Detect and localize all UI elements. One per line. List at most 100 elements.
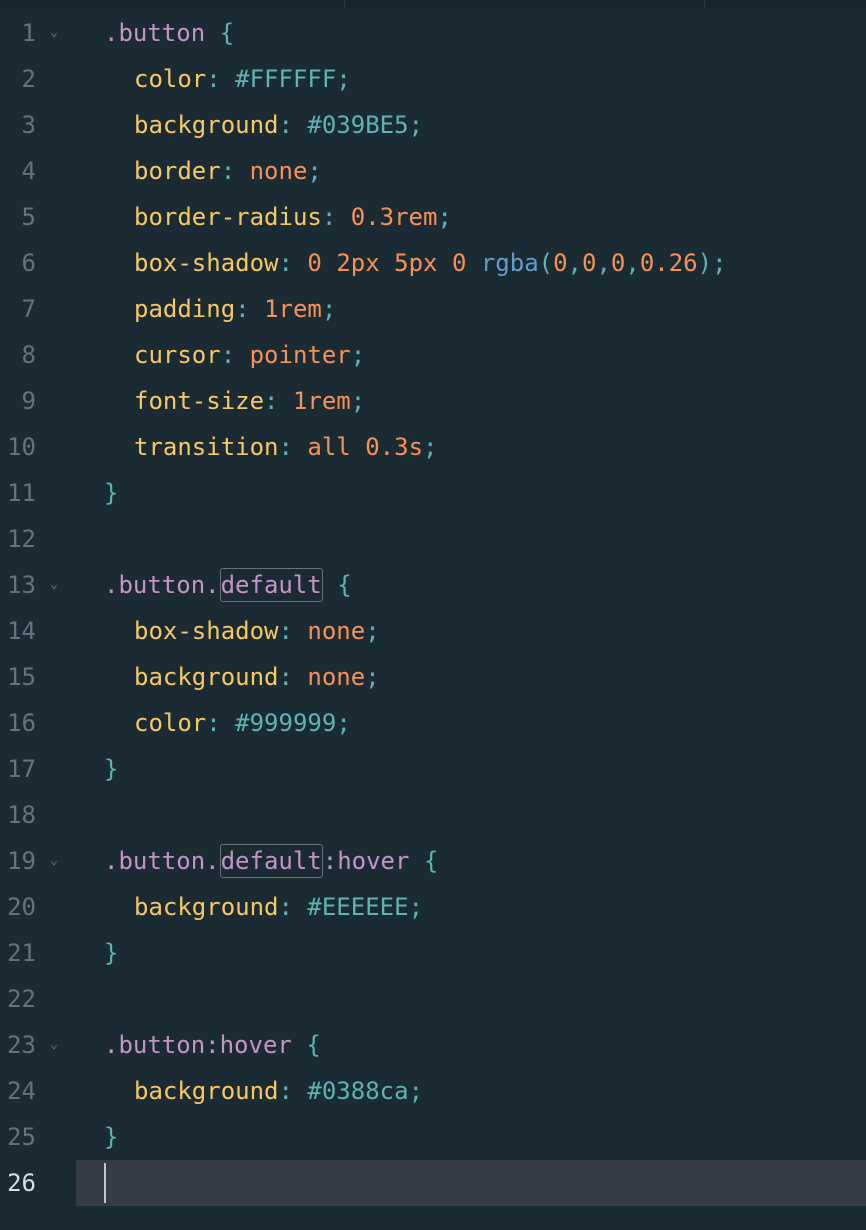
colon: : xyxy=(321,203,337,231)
line-number-row[interactable]: 8 xyxy=(0,332,76,378)
semicolon: ; xyxy=(350,387,366,415)
property: background xyxy=(134,1077,279,1105)
value: 0.3rem xyxy=(350,203,438,231)
line-number-row[interactable]: 10 xyxy=(0,424,76,470)
code-line-5[interactable]: border-radius: 0.3rem; xyxy=(76,194,866,240)
colon: : xyxy=(206,65,221,93)
property: transition xyxy=(134,433,279,461)
chevron-down-icon[interactable]: ⌄ xyxy=(46,562,62,608)
line-number-row[interactable]: 13 ⌄ xyxy=(0,562,76,608)
code-line-9[interactable]: font-size: 1rem; xyxy=(76,378,866,424)
code-line-20[interactable]: background: #EEEEEE; xyxy=(76,884,866,930)
line-number-row[interactable]: 1 ⌄ xyxy=(0,10,76,56)
code-line-25[interactable]: } xyxy=(76,1114,866,1160)
colon: : xyxy=(264,387,279,415)
code-line-19[interactable]: .button.default:hover { xyxy=(76,838,866,884)
line-number-row[interactable]: 17 xyxy=(0,746,76,792)
line-number: 6 xyxy=(21,249,36,277)
line-number: 1 xyxy=(21,19,36,47)
chevron-down-icon[interactable]: ⌄ xyxy=(46,10,62,56)
line-number: 8 xyxy=(21,341,36,369)
line-number-row[interactable]: 24 xyxy=(0,1068,76,1114)
line-number-row[interactable]: 15 xyxy=(0,654,76,700)
tab-divider xyxy=(344,0,345,8)
close-brace: } xyxy=(104,479,119,507)
tab-bar-strip xyxy=(0,0,866,8)
code-line-1[interactable]: .button { xyxy=(76,10,866,56)
line-number: 26 xyxy=(7,1169,36,1197)
line-number-row[interactable]: 7 xyxy=(0,286,76,332)
line-number-row[interactable]: 20 xyxy=(0,884,76,930)
line-number-row[interactable]: 2 xyxy=(0,56,76,102)
line-number: 23 xyxy=(7,1031,36,1059)
code-line-3[interactable]: background: #039BE5; xyxy=(76,102,866,148)
open-brace: { xyxy=(219,19,235,47)
text-caret xyxy=(104,1163,106,1203)
code-line-6[interactable]: box-shadow: 0 2px 5px 0 rgba(0,0,0,0.26)… xyxy=(76,240,866,286)
code-line-13[interactable]: .button.default { xyxy=(76,562,866,608)
code-line-7[interactable]: padding: 1rem; xyxy=(76,286,866,332)
semicolon: ; xyxy=(712,249,727,277)
line-number-row[interactable]: 25 xyxy=(0,1114,76,1160)
value: none xyxy=(307,617,366,645)
code-line-26-current[interactable] xyxy=(76,1160,866,1206)
line-number: 21 xyxy=(7,939,36,967)
code-line-11[interactable]: } xyxy=(76,470,866,516)
line-number-row[interactable]: 6 xyxy=(0,240,76,286)
line-number-row[interactable]: 26 xyxy=(0,1160,76,1206)
line-number: 18 xyxy=(7,801,36,829)
line-number-row[interactable]: 21 xyxy=(0,930,76,976)
property: color xyxy=(134,709,207,737)
selector: .button xyxy=(104,1031,206,1059)
chevron-down-icon[interactable]: ⌄ xyxy=(46,838,62,884)
code-line-14[interactable]: box-shadow: none; xyxy=(76,608,866,654)
code-line-24[interactable]: background: #0388ca; xyxy=(76,1068,866,1114)
semicolon: ; xyxy=(408,111,424,139)
code-line-16[interactable]: color: #999999; xyxy=(76,700,866,746)
line-number-row[interactable]: 12 xyxy=(0,516,76,562)
line-number-row[interactable]: 3 xyxy=(0,102,76,148)
code-line-15[interactable]: background: none; xyxy=(76,654,866,700)
code-area[interactable]: .button { color: #FFFFFF; background: #0… xyxy=(76,10,866,1206)
value: 1rem xyxy=(292,387,351,415)
line-number-row[interactable]: 22 xyxy=(0,976,76,1022)
line-number-row[interactable]: 23 ⌄ xyxy=(0,1022,76,1068)
code-line-23[interactable]: .button:hover { xyxy=(76,1022,866,1068)
value: 1rem xyxy=(264,295,322,323)
selector: .button xyxy=(104,19,206,47)
line-number: 16 xyxy=(7,709,36,737)
line-number-row[interactable]: 14 xyxy=(0,608,76,654)
line-number-row[interactable]: 16 xyxy=(0,700,76,746)
code-line-10[interactable]: transition: all 0.3s; xyxy=(76,424,866,470)
line-number: 5 xyxy=(21,203,36,231)
tab-divider xyxy=(704,0,705,8)
arg: 0.26 xyxy=(639,249,698,277)
line-number-row[interactable]: 19 ⌄ xyxy=(0,838,76,884)
code-line-8[interactable]: cursor: pointer; xyxy=(76,332,866,378)
line-number-row[interactable]: 11 xyxy=(0,470,76,516)
code-line-17[interactable]: } xyxy=(76,746,866,792)
code-editor[interactable]: 1 ⌄ 2 3 4 5 6 7 8 9 10 11 12 13 ⌄ 14 15 16 17 18 19 ⌄ 20 21 22 23… xyxy=(0,0,866,1230)
semicolon: ; xyxy=(307,157,322,185)
property: background xyxy=(134,663,279,691)
value: 0.3s xyxy=(365,433,424,461)
line-number-row[interactable]: 4 xyxy=(0,148,76,194)
code-line-4[interactable]: border: none; xyxy=(76,148,866,194)
line-number-gutter[interactable]: 1 ⌄ 2 3 4 5 6 7 8 9 10 11 12 13 ⌄ 14 15 16 17 18 19 ⌄ 20 21 22 23… xyxy=(0,10,76,1206)
property: background xyxy=(134,111,279,139)
property: border-radius xyxy=(134,203,322,231)
chevron-down-icon[interactable]: ⌄ xyxy=(46,1022,62,1068)
paren: ) xyxy=(697,249,713,277)
semicolon: ; xyxy=(336,709,351,737)
line-number-row[interactable]: 18 xyxy=(0,792,76,838)
colon: : xyxy=(278,249,293,277)
code-line-12[interactable] xyxy=(76,516,866,562)
line-number-row[interactable]: 9 xyxy=(0,378,76,424)
line-number-row[interactable]: 5 xyxy=(0,194,76,240)
code-line-21[interactable]: } xyxy=(76,930,866,976)
code-line-22[interactable] xyxy=(76,976,866,1022)
value: 0 xyxy=(451,249,467,277)
code-line-2[interactable]: color: #FFFFFF; xyxy=(76,56,866,102)
code-line-18[interactable] xyxy=(76,792,866,838)
close-brace: } xyxy=(104,755,119,783)
